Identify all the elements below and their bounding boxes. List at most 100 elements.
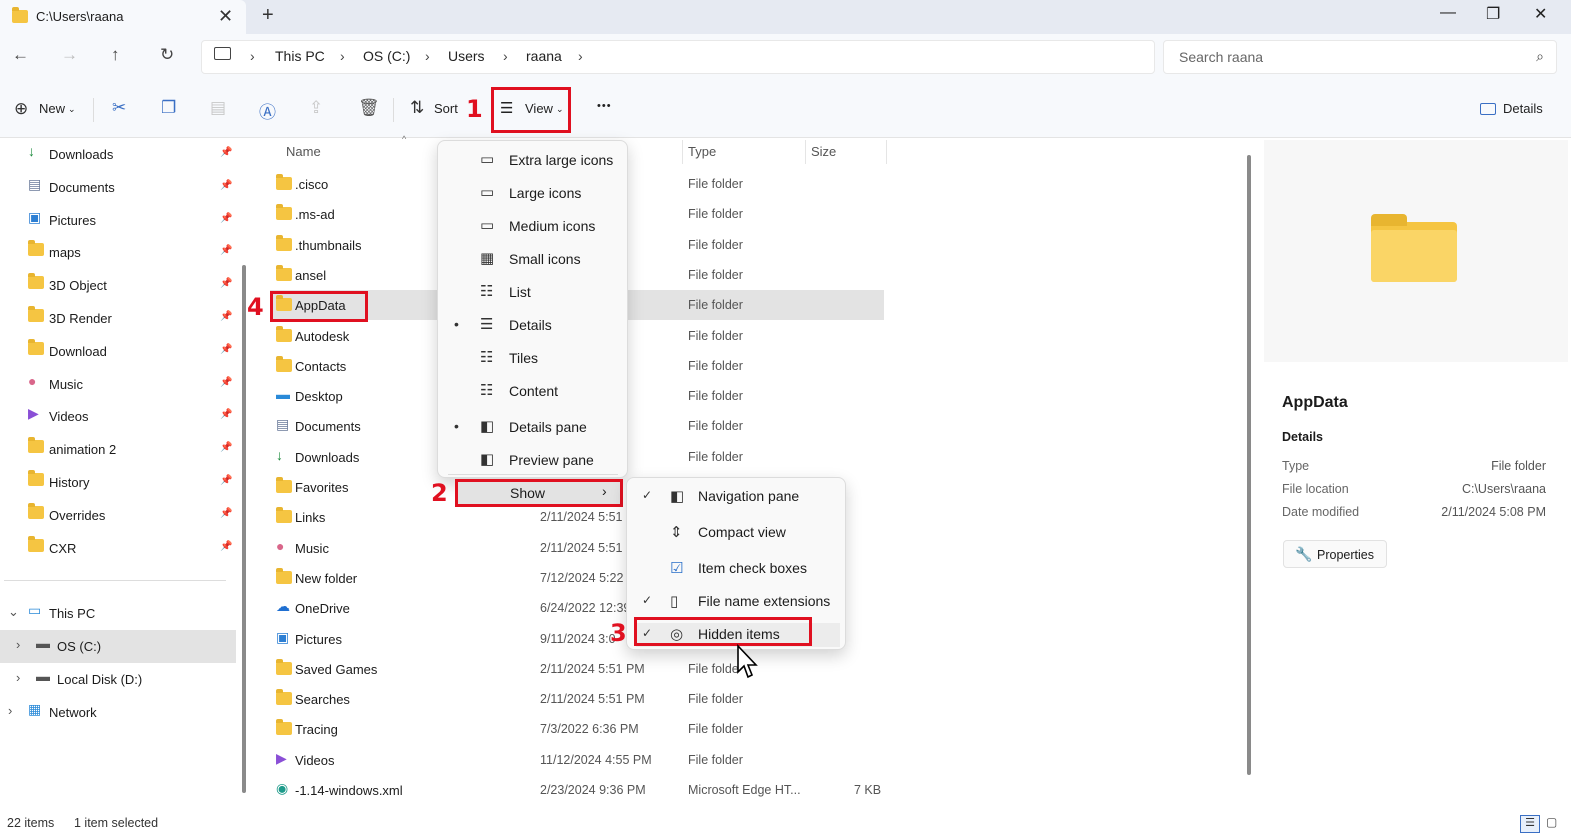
annotation-box-hidden-items: [634, 617, 812, 646]
pin-icon[interactable]: 📌: [220, 442, 232, 453]
menu-item-view[interactable]: ☷ Content: [446, 379, 621, 407]
view-button[interactable]: View: [525, 101, 553, 116]
pin-icon[interactable]: 📌: [220, 377, 232, 388]
breadcrumb-users[interactable]: Users: [448, 48, 485, 64]
forward-arrow-icon[interactable]: →: [61, 45, 78, 65]
table-row[interactable]: ◉ -1.14-windows.xml 2/23/2024 9:36 PM Micro…: [270, 775, 884, 805]
table-row[interactable]: ▶ Videos 11/12/2024 4:55 PM File folder: [270, 745, 884, 775]
breadcrumb-chevron-icon[interactable]: ›: [425, 48, 430, 64]
breadcrumb-chevron-icon[interactable]: ›: [340, 48, 345, 64]
chevron-down-icon[interactable]: ⌄: [8, 604, 19, 620]
sidebar-item[interactable]: maps 📌: [0, 236, 236, 269]
sidebar-scrollbar[interactable]: [242, 265, 246, 793]
pin-icon[interactable]: 📌: [220, 475, 232, 486]
pin-icon[interactable]: 📌: [220, 147, 232, 158]
menu-item-view[interactable]: ▦ Small icons: [446, 247, 621, 275]
menu-item-view[interactable]: • ◧ Details pane: [446, 415, 621, 443]
pin-icon[interactable]: 📌: [220, 344, 232, 355]
up-arrow-icon[interactable]: ↑: [111, 45, 120, 65]
column-separator[interactable]: [886, 140, 887, 164]
file-list-scrollbar[interactable]: [1247, 155, 1251, 775]
table-row[interactable]: Searches 2/11/2024 5:51 PM File folder: [270, 684, 884, 714]
menu-item-show-option[interactable]: ☑ Item check boxes: [636, 557, 840, 581]
menu-item-view[interactable]: ☷ Tiles: [446, 346, 621, 374]
column-header-type[interactable]: Type: [688, 144, 716, 159]
column-separator[interactable]: [682, 140, 683, 164]
share-icon[interactable]: ⇪: [309, 98, 323, 118]
breadcrumb-chevron-icon[interactable]: ›: [503, 48, 508, 64]
sidebar-item[interactable]: 3D Object 📌: [0, 269, 236, 302]
sidebar-tree-item[interactable]: › ▬ Local Disk (D:): [0, 663, 236, 696]
menu-item-view[interactable]: ▭ Extra large icons: [446, 148, 621, 176]
pin-icon[interactable]: 📌: [220, 541, 232, 552]
pin-icon[interactable]: 📌: [220, 278, 232, 289]
more-options-icon[interactable]: •••: [597, 100, 612, 112]
breadcrumb-chevron-icon[interactable]: ›: [578, 48, 583, 64]
menu-item-view[interactable]: ◧ Preview pane: [446, 448, 621, 476]
pin-icon[interactable]: 📌: [220, 508, 232, 519]
sidebar-tree-item[interactable]: › ▬ OS (C:): [0, 630, 236, 663]
sort-button[interactable]: Sort: [434, 101, 458, 116]
pin-icon[interactable]: 📌: [220, 245, 232, 256]
pin-icon[interactable]: 📌: [220, 311, 232, 322]
tab-close-icon[interactable]: ✕: [218, 6, 233, 27]
cut-icon[interactable]: ✂: [112, 98, 126, 118]
search-input[interactable]: Search raana ⌕: [1163, 40, 1557, 74]
maximize-button[interactable]: ❐: [1486, 4, 1500, 24]
sidebar-item[interactable]: History 📌: [0, 466, 236, 499]
sidebar-item[interactable]: CXR 📌: [0, 532, 236, 565]
rename-icon[interactable]: Ⓐ: [259, 98, 276, 123]
breadcrumb-os-c[interactable]: OS (C:): [363, 48, 410, 64]
new-tab-button[interactable]: +: [262, 4, 274, 27]
window-tab[interactable]: C:\Users\raana ✕: [0, 0, 246, 34]
chevron-right-icon[interactable]: ›: [16, 637, 20, 652]
sidebar-tree-item[interactable]: › ▦ Network: [0, 696, 236, 729]
minimize-button[interactable]: —: [1440, 4, 1456, 22]
sidebar-item[interactable]: Overrides 📌: [0, 499, 236, 532]
chevron-right-icon[interactable]: ›: [8, 703, 12, 718]
new-button[interactable]: New: [39, 101, 65, 116]
folder-icon: [276, 719, 292, 736]
breadcrumb-chevron-icon[interactable]: ›: [250, 48, 255, 64]
menu-item-view[interactable]: ☷ List: [446, 280, 621, 308]
details-pane-icon: ◧: [480, 418, 495, 435]
column-header-name[interactable]: Name: [286, 144, 321, 159]
sidebar-item[interactable]: animation 2 📌: [0, 433, 236, 466]
pin-icon[interactable]: 📌: [220, 409, 232, 420]
details-view-icon[interactable]: ☰: [1520, 815, 1540, 833]
copy-icon[interactable]: ❐: [161, 98, 176, 118]
sidebar-item[interactable]: ▤ Documents 📌: [0, 171, 236, 204]
tiles-view-icon[interactable]: ▢: [1546, 815, 1557, 829]
table-row[interactable]: Saved Games 2/11/2024 5:51 PM File folde: [270, 654, 884, 684]
sidebar-item[interactable]: ▶ Videos 📌: [0, 400, 236, 433]
sidebar-item[interactable]: 3D Render 📌: [0, 302, 236, 335]
refresh-icon[interactable]: ↻: [160, 45, 174, 65]
menu-item-view[interactable]: • ☰ Details: [446, 313, 621, 341]
paste-icon[interactable]: ▤: [210, 98, 226, 118]
menu-item-view[interactable]: ▭ Medium icons: [446, 214, 621, 242]
menu-item-view[interactable]: ▭ Large icons: [446, 181, 621, 209]
menu-item-show-option[interactable]: ✓ ◧ Navigation pane: [636, 485, 840, 509]
column-header-size[interactable]: Size: [811, 144, 836, 159]
menu-item-label: Tiles: [509, 350, 539, 366]
table-row[interactable]: Tracing 7/3/2022 6:36 PM File folder: [270, 714, 884, 744]
sidebar-item[interactable]: Download 📌: [0, 335, 236, 368]
properties-button[interactable]: 🔧 Properties: [1283, 540, 1387, 568]
sidebar-tree-item[interactable]: ⌄ ▭ This PC: [0, 597, 236, 630]
delete-icon[interactable]: 🗑: [358, 98, 380, 118]
chevron-right-icon[interactable]: ›: [16, 670, 20, 685]
file-date: 2/11/2024 5:51 PM: [540, 661, 645, 676]
sidebar-item[interactable]: ▣ Pictures 📌: [0, 204, 236, 237]
pin-icon[interactable]: 📌: [220, 213, 232, 224]
close-button[interactable]: ✕: [1534, 4, 1547, 24]
details-toggle-button[interactable]: Details: [1503, 101, 1543, 116]
back-arrow-icon[interactable]: ←: [12, 45, 29, 65]
sidebar-item[interactable]: ↓ Downloads 📌: [0, 138, 236, 171]
breadcrumb-raana[interactable]: raana: [526, 48, 562, 64]
breadcrumb-this-pc[interactable]: This PC: [275, 48, 325, 64]
menu-item-show-option[interactable]: ⇕ Compact view: [636, 521, 840, 545]
column-separator[interactable]: [805, 140, 806, 164]
pin-icon[interactable]: 📌: [220, 180, 232, 191]
sidebar-item[interactable]: ● Music 📌: [0, 368, 236, 401]
menu-item-show-option[interactable]: ✓ ▯ File name extensions: [636, 590, 840, 614]
